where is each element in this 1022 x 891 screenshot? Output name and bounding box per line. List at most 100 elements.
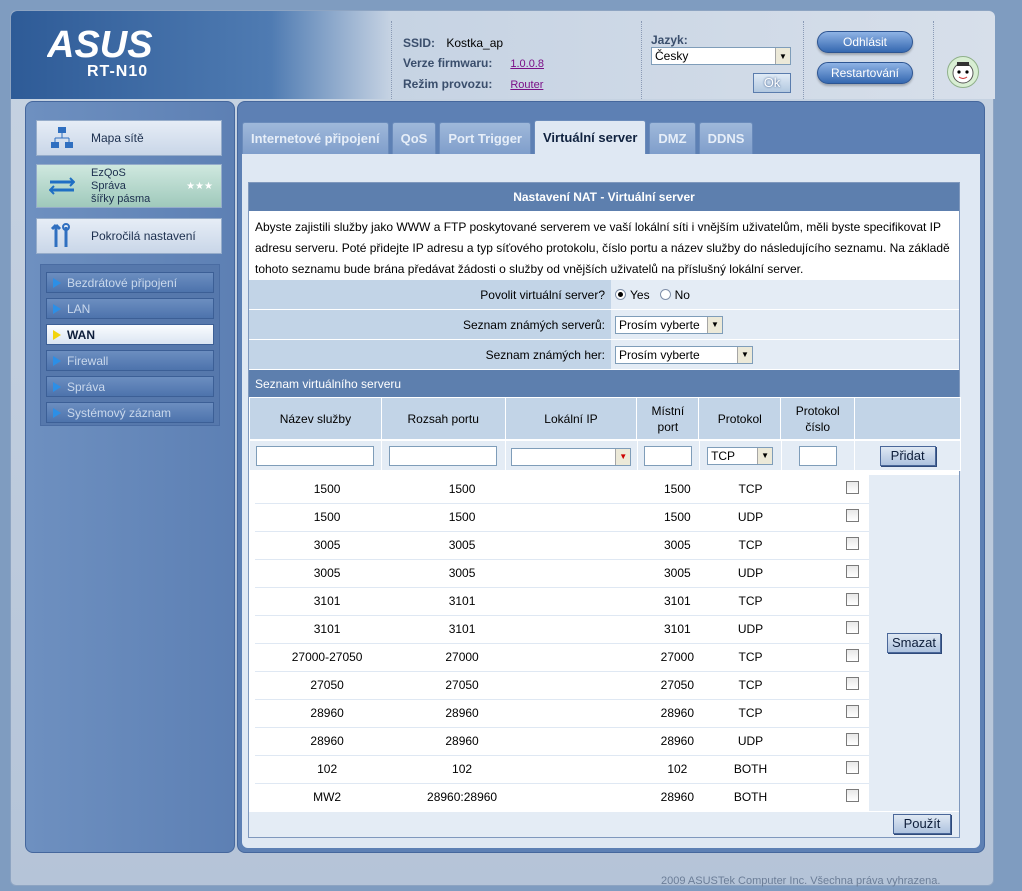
protocol-select[interactable]: TCP ▼: [707, 446, 774, 465]
chevron-down-icon: ▼: [775, 48, 790, 64]
table-row: 27050 27050 27050 TCP: [255, 671, 869, 700]
col-service: Název služby: [249, 397, 382, 440]
local-ip-input[interactable]: ▼: [511, 447, 632, 466]
ssid-value: Kostka_ap: [446, 36, 504, 50]
sidebar-item-firewall[interactable]: Firewall: [46, 350, 214, 371]
row-select-checkbox[interactable]: [846, 565, 859, 578]
sidebar-item-administration[interactable]: Správa: [46, 376, 214, 397]
cell-port-range: 1500: [399, 475, 525, 504]
cell-local-port: 28960: [646, 699, 709, 728]
cell-protocol: UDP: [708, 615, 793, 644]
tab-content: Nastavení NAT - Virtuální server Abyste …: [242, 154, 980, 848]
protocol-number-input[interactable]: [798, 445, 837, 466]
language-label: Jazyk:: [651, 33, 688, 47]
sidebar-item-advanced[interactable]: Pokročilá nastavení: [36, 218, 222, 254]
cell-local-port: 27000: [646, 643, 709, 672]
select-value: Prosím vyberte: [619, 317, 700, 332]
cell-local-ip: [524, 727, 647, 756]
cell-local-port: 28960: [646, 727, 709, 756]
col-actions: [854, 397, 961, 440]
cell-local-ip: [524, 699, 647, 728]
sidebar-item-system-log[interactable]: Systémový záznam: [46, 402, 214, 423]
cell-port-range: 3005: [399, 531, 525, 560]
table-row: 3005 3005 3005 TCP: [255, 531, 869, 560]
tab-virtual-server[interactable]: Virtuální server: [534, 120, 647, 154]
tab-port-trigger[interactable]: Port Trigger: [439, 122, 531, 154]
port-range-input[interactable]: [389, 445, 498, 466]
mode-link[interactable]: Router: [510, 79, 543, 91]
cell-checkbox: [792, 531, 869, 560]
cell-protocol: TCP: [708, 699, 793, 728]
row-select-checkbox[interactable]: [846, 789, 859, 802]
row-select-checkbox[interactable]: [846, 761, 859, 774]
sidebar-item-lan[interactable]: LAN: [46, 298, 214, 319]
table-row: 102 102 102 BOTH: [255, 755, 869, 784]
firmware-link[interactable]: 1.0.0.8: [510, 58, 544, 70]
cell-checkbox: [792, 727, 869, 756]
apply-button[interactable]: Použít: [893, 814, 951, 834]
tab-dmz[interactable]: DMZ: [649, 122, 696, 154]
restart-button[interactable]: Restartování: [817, 62, 913, 84]
cell-checkbox: [792, 559, 869, 588]
cell-local-ip: [524, 615, 647, 644]
arrow-right-icon: [53, 303, 61, 314]
select-value: Prosím vyberte: [619, 347, 700, 362]
cell-service: 28960: [255, 699, 400, 728]
cell-local-port: 3005: [646, 559, 709, 588]
local-port-input[interactable]: [644, 445, 693, 466]
cell-service: 27000-27050: [255, 643, 400, 672]
firmware-label: Verze firmwaru:: [403, 56, 493, 70]
language-selected: Česky: [655, 49, 689, 63]
cell-local-ip: [524, 643, 647, 672]
header: ASUS RT-N10 SSID: Kostka_ap Verze firmwa…: [11, 11, 995, 99]
sidebar-item-wan[interactable]: WAN: [46, 324, 214, 345]
sidebar-item-network-map[interactable]: Mapa sítě: [36, 120, 222, 156]
col-port-range: Rozsah portu: [380, 397, 506, 440]
cell-checkbox: [792, 643, 869, 672]
tab-qos[interactable]: QoS: [391, 122, 437, 154]
sidebar-item-ezqos[interactable]: EzQoS Správa šířky pásma ★★★: [36, 164, 222, 208]
cell-protocol: UDP: [708, 727, 793, 756]
sidebar: Mapa sítě EzQoS Správa šířky pásma ★★★ P…: [25, 101, 235, 853]
delete-button[interactable]: Smazat: [887, 633, 941, 653]
sidebar-item-wireless[interactable]: Bezdrátové připojení: [46, 272, 214, 293]
table-row: 28960 28960 28960 UDP: [255, 727, 869, 756]
asus-logo: ASUS: [47, 25, 153, 61]
cell-port-range: 3101: [399, 587, 525, 616]
cell-service: 27050: [255, 671, 400, 700]
enable-yes-radio[interactable]: [615, 289, 626, 300]
row-select-checkbox[interactable]: [846, 733, 859, 746]
row-select-checkbox[interactable]: [846, 649, 859, 662]
enable-no-radio[interactable]: [659, 289, 671, 300]
enable-row: Povolit virtuální server? Yes No: [249, 279, 959, 309]
sidebar-item-label: LAN: [67, 301, 91, 316]
language-ok-button[interactable]: Ok: [753, 73, 791, 93]
cell-checkbox: [792, 755, 869, 784]
cell-protocol: UDP: [708, 559, 793, 588]
row-select-checkbox[interactable]: [846, 537, 859, 550]
known-games-select[interactable]: Prosím vyberte ▼: [615, 345, 753, 364]
cell-local-port: 3101: [646, 615, 709, 644]
service-name-input[interactable]: [256, 445, 375, 466]
add-button[interactable]: Přidat: [879, 445, 936, 466]
tab-internet[interactable]: Internetové připojení: [242, 122, 389, 154]
row-select-checkbox[interactable]: [846, 677, 859, 690]
tab-ddns[interactable]: DDNS: [698, 122, 754, 154]
row-select-checkbox[interactable]: [846, 480, 859, 494]
cell-port-range: 1500: [399, 503, 525, 532]
cell-service: 3005: [255, 559, 400, 588]
model-name: RT-N10: [87, 63, 149, 80]
language-select[interactable]: Česky ▼: [651, 47, 791, 65]
row-select-checkbox[interactable]: [846, 705, 859, 718]
known-servers-select[interactable]: Prosím vyberte ▼: [615, 315, 723, 334]
row-select-checkbox[interactable]: [846, 593, 859, 606]
cell-local-port: 1500: [646, 503, 709, 532]
row-select-checkbox[interactable]: [846, 509, 859, 522]
cell-service: 3005: [255, 531, 400, 560]
row-select-checkbox[interactable]: [846, 621, 859, 634]
cell-port-range: 28960: [399, 699, 525, 728]
server-table: 1500 1500 1500 TCP 1500 1500 1500 UDP 3005 3005 30…: [255, 475, 869, 812]
cell-local-ip: [524, 755, 647, 784]
divider: [641, 21, 642, 99]
logout-button[interactable]: Odhlásit: [817, 31, 913, 53]
